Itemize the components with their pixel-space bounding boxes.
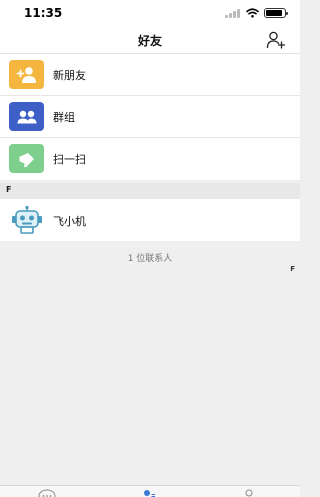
scan-icon [9,144,44,173]
contact-count: 1 位联系人 [127,254,173,264]
robot-avatar-icon [9,204,44,236]
add-friend-icon [9,60,44,89]
group-icon [9,102,44,131]
add-user-button[interactable] [266,30,286,50]
contacts-icon [144,490,155,497]
battery-icon [264,8,288,18]
section-header: F [0,183,300,199]
add-user-icon [266,31,286,49]
tab-bar [0,485,300,497]
menu-item-new-friends[interactable]: 新朋友 [0,54,300,96]
me-icon [245,489,253,497]
nav-bar: 好友 [0,26,300,54]
tab-contacts[interactable] [134,486,164,497]
menu-item-label: 扫一扫 [53,153,86,166]
tab-chat[interactable] [32,486,62,497]
menu-item-scan[interactable]: 扫一扫 [0,138,300,180]
status-time: 11:35 [24,6,63,20]
menu-list: 新朋友 群组 扫一扫 [0,54,300,180]
menu-item-label: 新朋友 [53,69,86,82]
chat-icon [38,489,56,497]
page-title: 好友 [137,34,162,48]
contact-name: 飞小机 [53,215,86,228]
wifi-icon [246,8,259,18]
contact-row[interactable]: 飞小机 [0,199,300,241]
status-icons [225,8,288,18]
menu-item-label: 群组 [53,111,75,124]
tab-me[interactable] [234,486,264,497]
index-letter-f[interactable]: F [290,265,295,273]
status-bar: 11:35 [0,0,300,26]
section-letter: F [6,185,12,194]
cellular-signal-icon [225,8,241,18]
menu-item-groups[interactable]: 群组 [0,96,300,138]
